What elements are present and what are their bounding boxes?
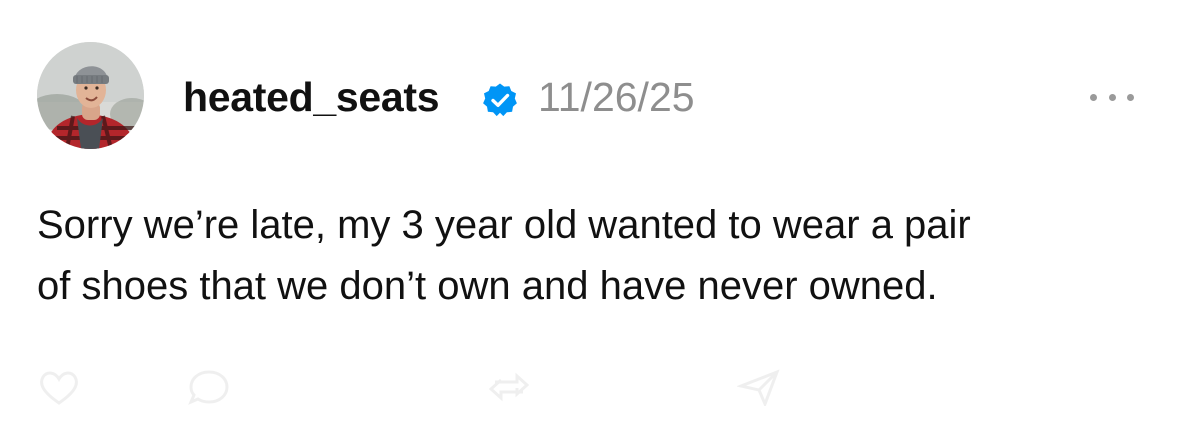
post-text: Sorry we’re late, my 3 year old wanted t…	[37, 195, 1147, 317]
more-dot	[1090, 93, 1097, 101]
avatar[interactable]	[37, 42, 144, 149]
more-dot	[1108, 93, 1116, 101]
more-dot	[1127, 93, 1134, 101]
action-bar	[37, 362, 1137, 412]
post-text-line: Sorry we’re late, my 3 year old wanted t…	[37, 203, 971, 247]
more-options-icon[interactable]	[1090, 85, 1134, 109]
like-icon[interactable]	[37, 368, 81, 406]
share-icon[interactable]	[737, 368, 781, 406]
username[interactable]: heated_seats	[183, 74, 440, 120]
repost-icon[interactable]	[487, 368, 531, 406]
post-text-line: of shoes that we don’t own and have neve…	[37, 264, 938, 308]
post-card: heated_seats 11/26/25 Sorry we’re late, …	[0, 0, 1179, 431]
post-timestamp: 11/26/25	[538, 74, 695, 120]
profile-photo	[37, 42, 144, 149]
verified-badge-icon	[482, 82, 518, 118]
reply-icon[interactable]	[187, 368, 231, 406]
